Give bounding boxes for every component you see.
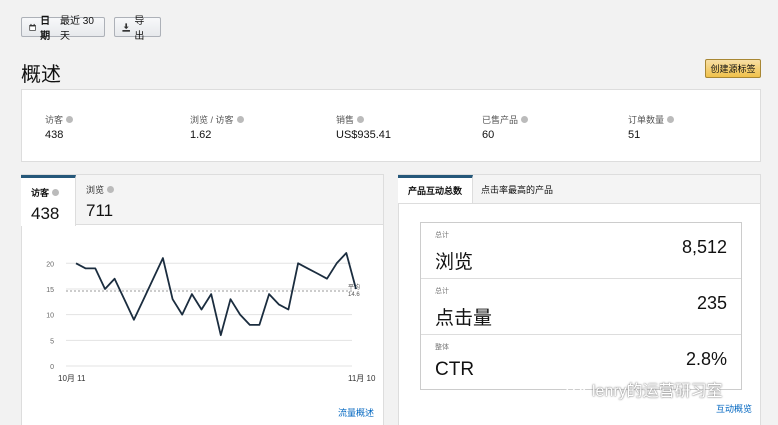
info-icon[interactable] xyxy=(667,116,675,123)
y-tick-label: 0 xyxy=(50,364,54,371)
visitors-line-chart: 05101520平均14.610月 11 11月 10 xyxy=(46,252,376,383)
y-tick-label: 10 xyxy=(46,313,54,320)
info-icon[interactable] xyxy=(357,116,365,123)
stat-qualifier: 总计 xyxy=(435,288,449,295)
stat-value: 235 xyxy=(696,293,727,313)
date-value: 最近 30 天 xyxy=(60,16,94,42)
metric-label: 销售 xyxy=(336,115,355,125)
stat-row-clicks: 总计 点击量 235 xyxy=(421,279,741,335)
stat-label: 浏览 xyxy=(435,252,474,273)
visitors-series-line xyxy=(75,252,357,337)
stat-qualifier: 总计 xyxy=(435,232,449,239)
metric-views-per-visitor: 浏览 / 访客 1.62 xyxy=(190,113,244,141)
tab-label: 浏览 xyxy=(86,185,105,195)
tab-label: 访客 xyxy=(31,188,50,198)
wechat-logo-icon xyxy=(566,381,586,397)
info-icon[interactable] xyxy=(236,116,244,123)
info-icon[interactable] xyxy=(521,116,529,123)
stat-label: CTR xyxy=(435,359,475,380)
date-range-button[interactable]: 日期 最近 30 天 xyxy=(21,16,105,42)
tab-value: 711 xyxy=(86,201,114,220)
traffic-card: 访客 438 浏览 711 0 5 10 15 20 平均 14.6 10月 11 11月 10… xyxy=(21,174,384,425)
metric-orders: 订单数量 51 xyxy=(628,113,675,141)
x-tick-label: 10月 11 xyxy=(58,374,86,383)
tab-views[interactable]: 浏览 711 xyxy=(76,175,136,226)
info-icon[interactable] xyxy=(52,189,60,196)
download-icon xyxy=(122,22,130,32)
interaction-overview-link[interactable]: 互动概览 xyxy=(716,402,752,415)
average-value: 14.6 xyxy=(348,292,360,298)
watermark: lenry的运营研习室 xyxy=(566,377,723,401)
metric-label: 浏览 / 访客 xyxy=(190,115,234,125)
metric-sales: 销售 US$935.41 xyxy=(336,113,391,141)
y-tick-label: 15 xyxy=(46,287,54,294)
metric-label: 访客 xyxy=(45,115,64,125)
traffic-overview-link[interactable]: 流量概述 xyxy=(338,406,374,419)
date-label: 日期 xyxy=(40,16,51,42)
metric-value: 438 xyxy=(45,129,64,141)
export-label: 导出 xyxy=(134,16,145,42)
y-tick-label: 20 xyxy=(46,261,54,268)
stat-label: 点击量 xyxy=(435,308,493,329)
tab-visitors[interactable]: 访客 438 xyxy=(21,175,76,226)
tab-total-interactions[interactable]: 产品互动总数 xyxy=(398,175,474,203)
export-button[interactable]: 导出 xyxy=(114,16,161,42)
stat-value: 8,512 xyxy=(681,237,727,257)
stat-row-views: 总计 浏览 8,512 xyxy=(421,223,741,279)
metric-value: 60 xyxy=(482,129,495,141)
info-icon[interactable] xyxy=(66,116,74,123)
metric-products-sold: 已售产品 60 xyxy=(482,113,529,141)
summary-card: 访客 438 浏览 / 访客 1.62 销售 US$935.41 已售产品 60… xyxy=(21,89,761,162)
x-tick-label: 11月 10 xyxy=(348,374,376,383)
stat-value: 2.8% xyxy=(685,349,727,369)
tab-value: 438 xyxy=(31,204,60,223)
watermark-text: lenry的运营研习室 xyxy=(592,383,723,400)
metric-value: 1.62 xyxy=(190,129,212,141)
metric-label: 已售产品 xyxy=(482,115,519,125)
metric-visitors: 访客 438 xyxy=(45,113,74,141)
y-tick-label: 5 xyxy=(50,338,54,345)
tab-top-ctr-products[interactable]: 点击率最高的产品 xyxy=(471,175,563,203)
stat-qualifier: 整体 xyxy=(435,344,449,351)
create-source-tag-button[interactable]: 创建源标签 xyxy=(705,59,761,78)
interaction-stats: 总计 浏览 8,512 总计 点击量 235 整体 CTR 2.8% xyxy=(420,222,742,390)
metric-value: 51 xyxy=(628,129,641,141)
info-icon[interactable] xyxy=(107,186,115,193)
metric-value: US$935.41 xyxy=(336,129,392,141)
metric-label: 订单数量 xyxy=(628,115,665,125)
calendar-icon xyxy=(29,23,36,31)
page-title: 概述 xyxy=(21,64,61,86)
